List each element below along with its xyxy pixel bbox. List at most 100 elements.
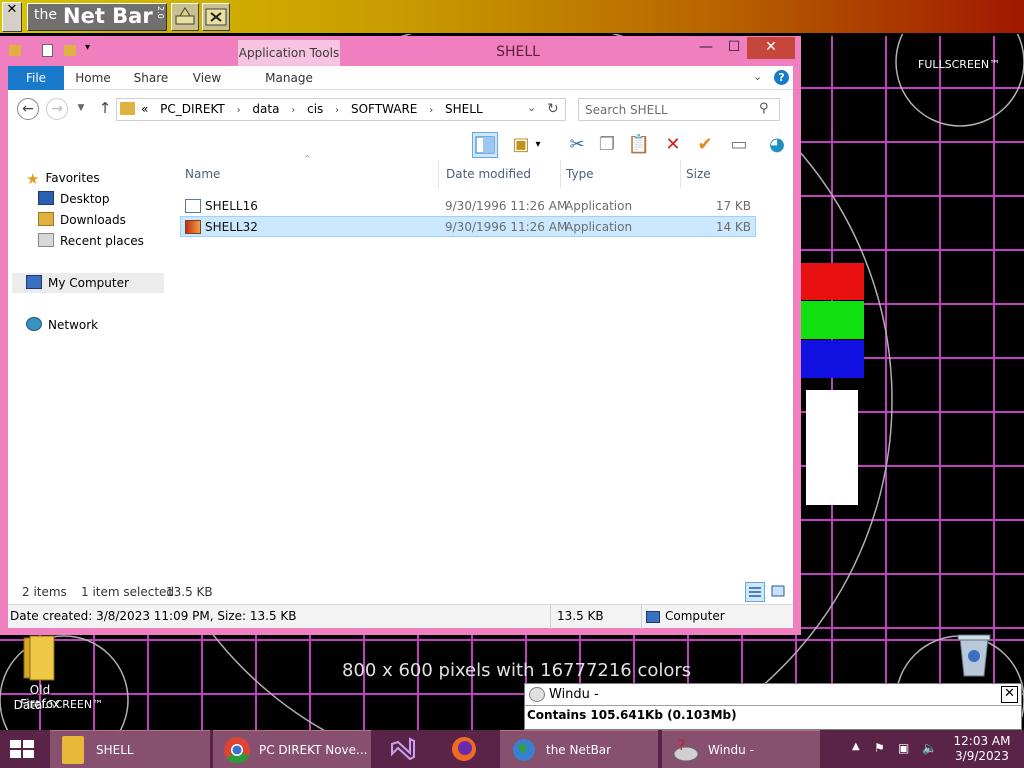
nav-label: Desktop <box>60 192 110 206</box>
column-size[interactable]: Size <box>681 160 756 188</box>
globe-icon[interactable]: ◕ <box>764 132 790 158</box>
taskbar-item-chrome[interactable]: PC DIREKT Nove... <box>213 730 371 768</box>
preview-pane-icon[interactable] <box>472 132 498 158</box>
refresh-icon[interactable]: ↻ <box>547 101 559 117</box>
netbar-logo-the: the <box>34 7 57 23</box>
color-bar-green <box>801 301 864 339</box>
windu-title-bar[interactable]: Windu - ✕ <box>525 684 1021 706</box>
copy-icon[interactable]: ❐ <box>594 132 620 158</box>
nav-network[interactable]: Network <box>26 315 98 335</box>
folder-icon <box>62 736 84 764</box>
nav-label: Recent places <box>60 234 144 248</box>
breadcrumb-cis[interactable]: cis <box>307 102 323 116</box>
details-bar: Date created: 3/8/2023 11:09 PM, Size: 1… <box>8 604 793 629</box>
visual-studio-icon <box>391 737 415 761</box>
column-type[interactable]: Type <box>561 160 681 188</box>
chevron-right-icon[interactable]: › <box>237 105 241 116</box>
column-name[interactable]: Name <box>180 160 439 188</box>
chevron-right-icon[interactable]: › <box>291 105 295 116</box>
file-type: Application <box>565 220 633 234</box>
window-title: SHELL <box>496 44 540 60</box>
taskbar-item-firefox[interactable] <box>440 730 494 768</box>
desktop-icon <box>38 191 54 205</box>
taskbar: SHELL PC DIREKT Nove... the NetBar ? Win… <box>0 730 1024 768</box>
desktop-icon-old-firefox-data[interactable]: Old Firefox Data <box>6 632 72 712</box>
nav-my-computer[interactable]: My Computer <box>12 273 164 293</box>
maximize-button[interactable]: ☐ <box>720 37 748 59</box>
netbar-logo: the Net Bar 2.0 <box>27 3 167 31</box>
chevron-up-icon[interactable]: ▲ <box>852 741 860 752</box>
tab-home[interactable]: Home <box>68 66 118 90</box>
title-bar[interactable]: ▾ Application Tools SHELL — ☐ ✕ <box>0 36 801 66</box>
help-icon[interactable]: ? <box>774 70 789 85</box>
taskbar-item-visual-studio[interactable] <box>378 730 432 768</box>
taskbar-item-netbar[interactable]: the NetBar <box>500 730 658 768</box>
address-row: ← → ▼ ↑ « PC_DIREKT › data › cis › SOFTW… <box>8 90 793 128</box>
close-button[interactable]: ✕ <box>747 37 795 59</box>
tab-share[interactable]: Share <box>126 66 176 90</box>
file-list: ^ Name Date modified Type Size SHELL16 9… <box>180 154 790 600</box>
flag-icon[interactable]: ⚑ <box>874 741 885 755</box>
computer-icon <box>646 611 660 623</box>
address-bar[interactable]: « PC_DIREKT › data › cis › SOFTWARE › SH… <box>116 98 566 121</box>
windu-close-button[interactable]: ✕ <box>1001 686 1018 703</box>
search-icon[interactable]: ⚲ <box>759 101 769 116</box>
netbar-close-button[interactable]: ✕ <box>2 2 22 32</box>
recent-locations-button[interactable]: ▼ <box>74 98 88 120</box>
paste-icon[interactable]: 📋 <box>626 132 652 158</box>
nav-favorites[interactable]: ★ Favorites <box>26 168 100 188</box>
tab-view[interactable]: View <box>182 66 232 90</box>
recycle-bin[interactable] <box>954 632 998 680</box>
chevron-down-icon[interactable]: ⌄ <box>753 70 762 83</box>
nav-desktop[interactable]: Desktop <box>38 189 110 209</box>
minimize-button[interactable]: — <box>692 37 720 59</box>
file-type: Application <box>565 199 633 213</box>
chevron-right-icon[interactable]: › <box>335 105 339 116</box>
netbar-drive-button[interactable] <box>171 3 199 31</box>
details-view-icon[interactable] <box>745 582 765 602</box>
nav-recent-places[interactable]: Recent places <box>38 231 144 251</box>
up-button[interactable]: ↑ <box>94 98 116 120</box>
check-icon[interactable]: ✔ <box>692 132 718 158</box>
windu-title: Windu - <box>549 687 599 702</box>
taskbar-item-shell[interactable]: SHELL <box>50 730 210 768</box>
breadcrumb-overflow[interactable]: « <box>141 102 148 116</box>
file-date: 9/30/1996 11:26 AM <box>445 220 568 234</box>
computer-icon <box>26 275 42 289</box>
star-icon: ★ <box>26 170 40 188</box>
breadcrumb-pc-direkt[interactable]: PC_DIREKT <box>160 102 225 116</box>
breadcrumb-data[interactable]: data <box>252 102 279 116</box>
tab-file[interactable]: File <box>8 66 64 90</box>
volume-icon[interactable]: 🔈 <box>922 741 937 755</box>
divider <box>550 605 551 629</box>
application-icon <box>185 199 201 213</box>
clock[interactable]: 12:03 AM 3/9/2023 <box>950 734 1014 764</box>
firefox-icon <box>452 737 476 761</box>
taskbar-item-windu[interactable]: ? Windu - <box>662 730 820 768</box>
netbar-tools-button[interactable] <box>202 3 230 31</box>
tab-manage[interactable]: Manage <box>238 66 340 90</box>
windu-window: Windu - ✕ Contains 105.641Kb (0.103Mb) <box>524 683 1022 730</box>
cut-icon[interactable]: ✂ <box>564 132 590 158</box>
column-date-modified[interactable]: Date modified <box>441 160 561 188</box>
properties-icon[interactable]: ▣ <box>508 132 534 158</box>
start-button[interactable] <box>8 738 36 760</box>
breadcrumb-shell[interactable]: SHELL <box>445 102 483 116</box>
folder-icon <box>23 635 55 681</box>
properties-dropdown-icon[interactable]: ▾ <box>532 132 544 158</box>
breadcrumb-software[interactable]: SOFTWARE <box>351 102 417 116</box>
address-dropdown-icon[interactable]: ⌄ <box>527 101 536 114</box>
file-row[interactable]: SHELL16 9/30/1996 11:26 AM Application 1… <box>180 195 756 216</box>
nav-downloads[interactable]: Downloads <box>38 210 126 230</box>
delete-icon[interactable]: ✕ <box>660 132 686 158</box>
large-icons-view-icon[interactable] <box>769 582 789 602</box>
network-icon[interactable]: ▣ <box>898 741 909 755</box>
rename-icon[interactable]: ▭ <box>726 132 752 158</box>
back-button[interactable]: ← <box>17 98 39 120</box>
chrome-icon <box>224 737 250 764</box>
chevron-right-icon[interactable]: › <box>429 105 433 116</box>
search-input[interactable] <box>585 101 755 118</box>
file-row-selected[interactable]: SHELL32 9/30/1996 11:26 AM Application 1… <box>180 216 756 237</box>
nav-label: Downloads <box>60 213 126 227</box>
forward-button[interactable]: → <box>46 98 68 120</box>
